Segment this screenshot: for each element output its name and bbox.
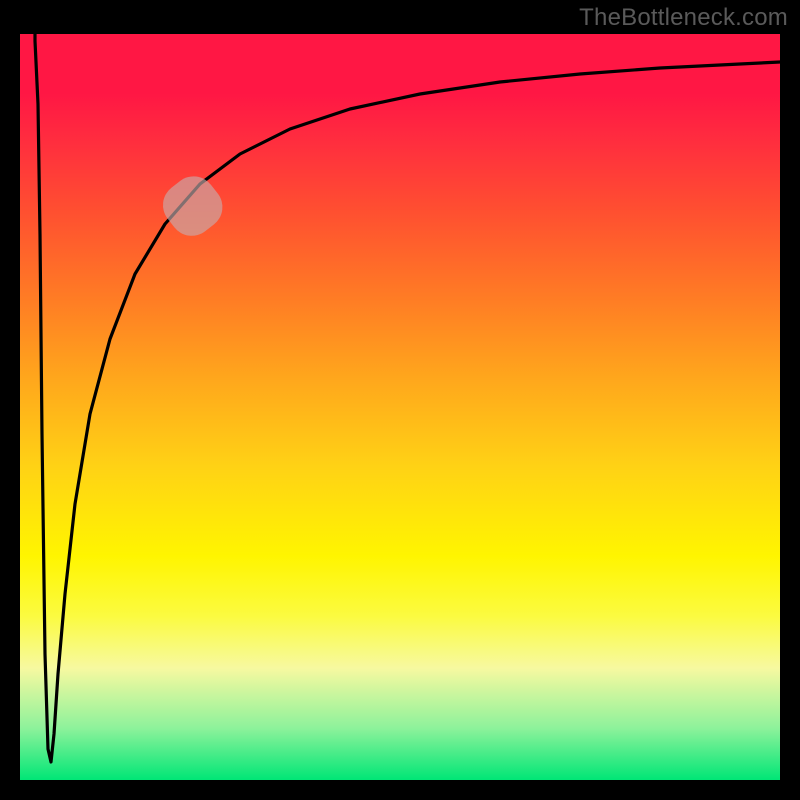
curve-svg [20, 34, 780, 780]
highlight-marker [154, 167, 231, 244]
main-curve [35, 34, 780, 762]
watermark-label: TheBottleneck.com [579, 4, 788, 32]
chart-frame: TheBottleneck.com [0, 0, 800, 800]
plot-area [20, 34, 780, 780]
